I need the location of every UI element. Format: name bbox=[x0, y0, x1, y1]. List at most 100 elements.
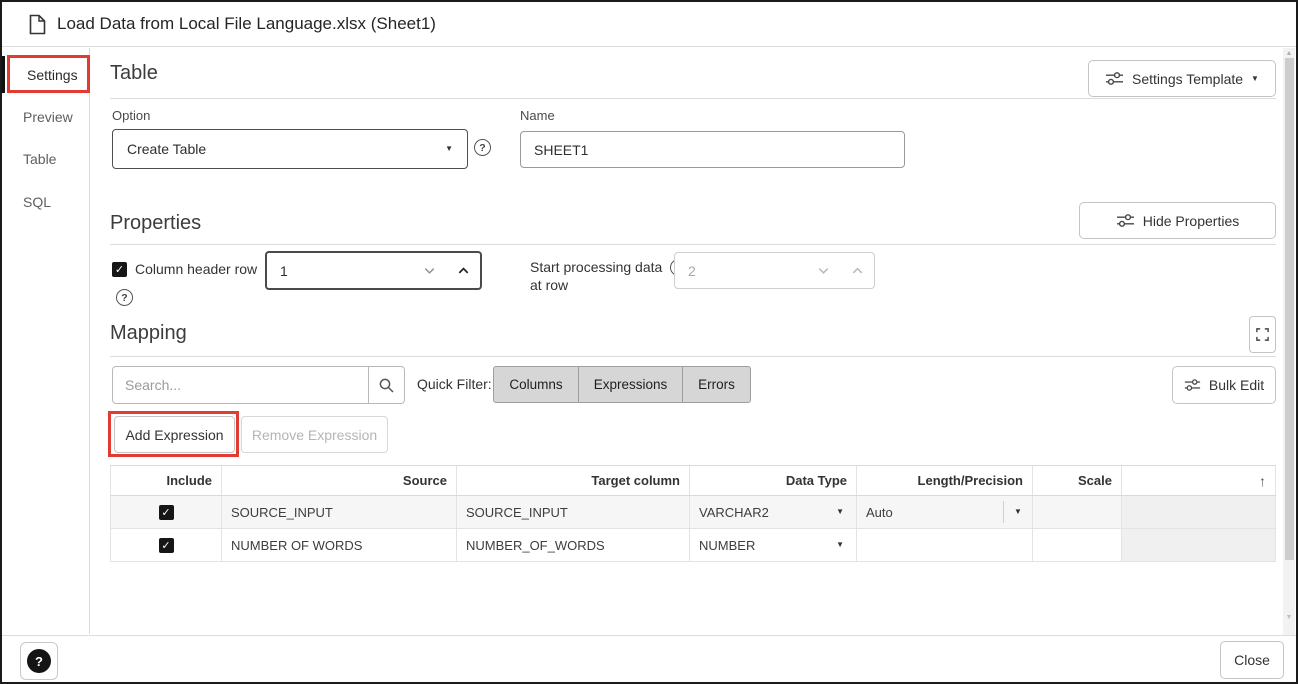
start-processing-line2: at row bbox=[530, 276, 687, 294]
target-cell[interactable]: NUMBER_OF_WORDS bbox=[457, 529, 690, 561]
active-tab-indicator bbox=[2, 56, 5, 93]
column-header-source[interactable]: Source bbox=[222, 466, 457, 495]
column-header-length[interactable]: Length/Precision bbox=[857, 466, 1033, 495]
sliders-icon bbox=[1184, 378, 1201, 392]
check-icon: ✓ bbox=[115, 263, 124, 276]
column-header-row-spinner[interactable]: 1 bbox=[265, 251, 482, 290]
settings-template-button[interactable]: Settings Template ▼ bbox=[1088, 60, 1276, 97]
column-header-datatype[interactable]: Data Type bbox=[690, 466, 857, 495]
start-processing-label: Start processing data ? at row bbox=[530, 258, 687, 294]
include-cell: ✓ bbox=[110, 496, 222, 528]
row-include-checkbox[interactable]: ✓ bbox=[159, 505, 174, 520]
spinner-decrement-icon[interactable] bbox=[412, 253, 446, 288]
section-divider bbox=[110, 244, 1276, 245]
spinner-decrement-icon bbox=[806, 253, 840, 288]
chevron-down-icon: ▼ bbox=[836, 508, 844, 516]
sidebar-item-settings[interactable]: Settings bbox=[2, 63, 89, 87]
chevron-down-icon: ▼ bbox=[1014, 508, 1022, 516]
spinner-increment-icon[interactable] bbox=[446, 253, 480, 288]
include-cell: ✓ bbox=[110, 529, 222, 561]
column-header-sort[interactable]: ↑ bbox=[1122, 466, 1276, 495]
sidebar-item-label: Preview bbox=[23, 109, 73, 125]
properties-section-heading: Properties bbox=[110, 212, 201, 235]
sidebar-item-table[interactable]: Table bbox=[2, 147, 89, 171]
check-icon: ✓ bbox=[161, 506, 170, 519]
hide-properties-button[interactable]: Hide Properties bbox=[1079, 202, 1276, 239]
source-cell: SOURCE_INPUT bbox=[222, 496, 457, 528]
bulk-edit-button[interactable]: Bulk Edit bbox=[1172, 366, 1276, 404]
chevron-down-icon: ▼ bbox=[1251, 75, 1259, 83]
sidebar-item-label: Settings bbox=[27, 67, 78, 83]
search-button[interactable] bbox=[368, 366, 405, 404]
row-extra-cell bbox=[1122, 496, 1276, 528]
source-cell: NUMBER OF WORDS bbox=[222, 529, 457, 561]
bulk-edit-label: Bulk Edit bbox=[1209, 377, 1264, 393]
grid-header-row: Include Source Target column Data Type L… bbox=[110, 466, 1276, 496]
quick-filter-label: Quick Filter: bbox=[417, 376, 492, 392]
search-input[interactable] bbox=[112, 366, 369, 404]
table-section-heading: Table bbox=[110, 62, 158, 85]
length-cell[interactable] bbox=[857, 529, 1033, 561]
length-value: Auto bbox=[857, 505, 1003, 520]
dialog-title: Load Data from Local File Language.xlsx … bbox=[57, 14, 436, 34]
add-expression-button[interactable]: Add Expression bbox=[114, 416, 235, 453]
column-header-scale[interactable]: Scale bbox=[1033, 466, 1122, 495]
name-label: Name bbox=[520, 108, 555, 123]
dialog-titlebar: Load Data from Local File Language.xlsx … bbox=[2, 2, 1296, 47]
spinner-increment-icon bbox=[840, 253, 874, 288]
scroll-down-icon[interactable]: ▼ bbox=[1283, 614, 1295, 621]
name-input[interactable] bbox=[520, 131, 905, 168]
hide-properties-label: Hide Properties bbox=[1143, 213, 1240, 229]
row-include-checkbox[interactable]: ✓ bbox=[159, 538, 174, 553]
column-header-row-label: Column header row bbox=[135, 261, 257, 277]
start-processing-line1: Start processing data bbox=[530, 258, 662, 276]
sort-ascending-icon: ↑ bbox=[1259, 473, 1266, 489]
table-row[interactable]: ✓ SOURCE_INPUT SOURCE_INPUT VARCHAR2 ▼ A… bbox=[110, 496, 1276, 529]
column-header-row-checkbox[interactable]: ✓ bbox=[112, 262, 127, 277]
settings-template-label: Settings Template bbox=[1132, 71, 1243, 87]
scale-cell[interactable] bbox=[1033, 496, 1122, 528]
chevron-down-icon: ▼ bbox=[836, 541, 844, 549]
question-glyph: ? bbox=[35, 654, 43, 669]
target-cell[interactable]: SOURCE_INPUT bbox=[457, 496, 690, 528]
help-button[interactable]: ? bbox=[20, 642, 58, 680]
close-button[interactable]: Close bbox=[1220, 641, 1284, 679]
option-help-icon[interactable]: ? bbox=[474, 139, 491, 156]
column-header-row-help-icon[interactable]: ? bbox=[116, 289, 133, 306]
spinner-value: 1 bbox=[267, 263, 412, 279]
scrollbar-thumb[interactable] bbox=[1285, 58, 1294, 560]
sidebar-item-preview[interactable]: Preview bbox=[2, 105, 89, 129]
sliders-icon bbox=[1116, 213, 1135, 228]
scroll-up-icon[interactable]: ▲ bbox=[1283, 50, 1295, 57]
datatype-select[interactable]: NUMBER ▼ bbox=[690, 529, 857, 561]
filter-expressions-button[interactable]: Expressions bbox=[579, 366, 683, 403]
length-combobox[interactable]: Auto ▼ bbox=[857, 496, 1033, 528]
mapping-grid: Include Source Target column Data Type L… bbox=[110, 465, 1276, 562]
option-select-value: Create Table bbox=[127, 141, 206, 157]
file-icon bbox=[29, 14, 46, 35]
maximize-icon[interactable] bbox=[1249, 316, 1276, 353]
column-header-target[interactable]: Target column bbox=[457, 466, 690, 495]
option-select[interactable]: Create Table ▼ bbox=[112, 129, 468, 169]
dialog-footer: ? Close bbox=[2, 635, 1296, 684]
section-divider bbox=[110, 98, 1276, 99]
sidebar-item-sql[interactable]: SQL bbox=[2, 190, 89, 214]
datatype-value: NUMBER bbox=[699, 538, 755, 553]
spinner-value: 2 bbox=[675, 263, 806, 279]
sidebar-item-label: Table bbox=[23, 151, 56, 167]
search-icon bbox=[378, 377, 395, 394]
vertical-scrollbar[interactable]: ▲ ▼ bbox=[1283, 48, 1295, 635]
filter-columns-button[interactable]: Columns bbox=[493, 366, 579, 403]
sidebar: Settings Preview Table SQL bbox=[2, 48, 90, 634]
scale-cell[interactable] bbox=[1033, 529, 1122, 561]
start-processing-spinner: 2 bbox=[674, 252, 875, 289]
filter-errors-button[interactable]: Errors bbox=[683, 366, 751, 403]
datatype-select[interactable]: VARCHAR2 ▼ bbox=[690, 496, 857, 528]
chevron-down-icon: ▼ bbox=[445, 145, 453, 153]
sidebar-item-label: SQL bbox=[23, 194, 51, 210]
row-extra-cell bbox=[1122, 529, 1276, 561]
check-icon: ✓ bbox=[161, 539, 170, 552]
quick-filter-group: Columns Expressions Errors bbox=[493, 366, 751, 403]
table-row[interactable]: ✓ NUMBER OF WORDS NUMBER_OF_WORDS NUMBER… bbox=[110, 529, 1276, 562]
column-header-include[interactable]: Include bbox=[110, 466, 222, 495]
